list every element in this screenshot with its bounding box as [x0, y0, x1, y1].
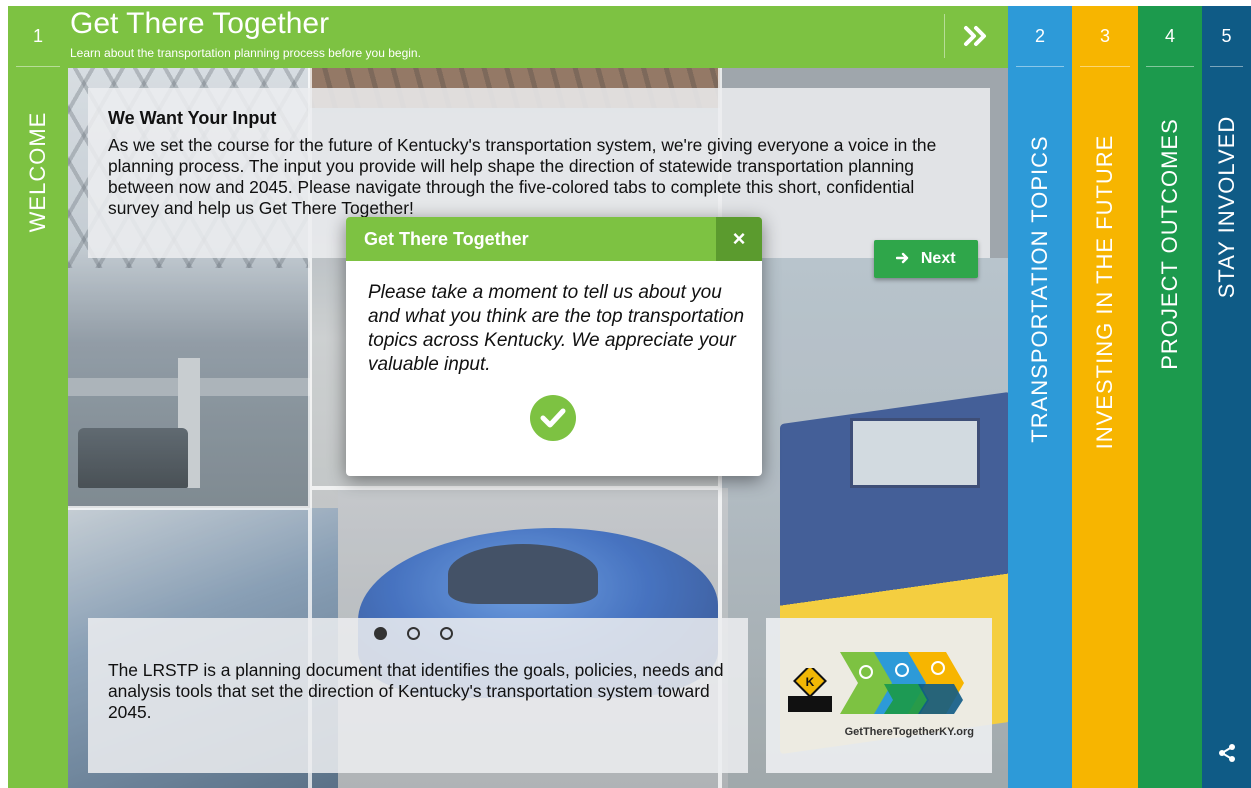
tab-transportation-topics[interactable]: 2 TRANSPORTATION TOPICS: [1008, 6, 1072, 788]
divider: [16, 66, 60, 67]
tab-number: 5: [1221, 26, 1232, 46]
modal-header: Get There Together ×: [346, 217, 762, 261]
close-button[interactable]: ×: [716, 217, 762, 261]
tab-label: WELCOME: [25, 111, 50, 233]
tab-label: INVESTING IN THE FUTURE: [1092, 134, 1117, 450]
tab-number: 2: [1034, 26, 1045, 46]
carousel-dots: [374, 627, 473, 645]
tab-label: STAY INVOLVED: [1213, 115, 1239, 299]
modal-title: Get There Together: [364, 229, 529, 249]
next-button-label: Next: [920, 250, 956, 267]
tab-stay-involved[interactable]: 5 STAY INVOLVED: [1202, 6, 1251, 788]
divider: [1146, 66, 1194, 67]
divider: [944, 14, 945, 58]
tab-welcome[interactable]: 1 WELCOME: [8, 6, 68, 788]
tab-investing-in-the-future[interactable]: 3 INVESTING IN THE FUTURE: [1072, 6, 1138, 788]
page-subtitle: Learn about the transportation planning …: [70, 46, 421, 60]
double-chevron-right-icon[interactable]: [958, 22, 992, 50]
intro-heading: We Want Your Input: [108, 108, 277, 128]
tab-label: TRANSPORTATION TOPICS: [1027, 135, 1052, 443]
tab-number: 4: [1164, 26, 1175, 46]
modal-body: Please take a moment to tell us about yo…: [368, 282, 745, 375]
get-there-together-logo: [838, 650, 978, 716]
carousel-dot[interactable]: [374, 627, 387, 640]
carousel-dot[interactable]: [407, 627, 420, 640]
divider: [1080, 66, 1130, 67]
intro-body: As we set the course for the future of K…: [108, 135, 937, 218]
svg-text:K: K: [806, 675, 815, 689]
tab-project-outcomes[interactable]: 4 PROJECT OUTCOMES: [1138, 6, 1202, 788]
tab-number: 3: [1099, 26, 1110, 46]
info-body: The LRSTP is a planning document that id…: [108, 660, 724, 722]
share-icon[interactable]: [1202, 744, 1251, 767]
website-url[interactable]: GetThereTogetherKY.org: [766, 726, 992, 738]
checkmark-icon[interactable]: [530, 395, 576, 441]
divider: [1016, 66, 1064, 67]
divider: [1210, 66, 1243, 67]
carousel-dot[interactable]: [440, 627, 453, 640]
close-icon: ×: [732, 226, 746, 251]
tab-number: 1: [32, 26, 43, 46]
next-button[interactable]: Next: [874, 240, 978, 278]
info-panel: The LRSTP is a planning document that id…: [88, 618, 748, 773]
info-modal: Get There Together × Please take a momen…: [346, 217, 762, 476]
arrow-right-icon: [896, 250, 914, 267]
tab-label: PROJECT OUTCOMES: [1157, 118, 1182, 370]
logo-panel: K GetThereTogetherKY.org: [766, 618, 992, 773]
page-title: Get There Together: [70, 7, 330, 40]
kytc-logo: K: [786, 664, 834, 714]
header-bar: Get There Together Learn about the trans…: [68, 6, 1008, 68]
